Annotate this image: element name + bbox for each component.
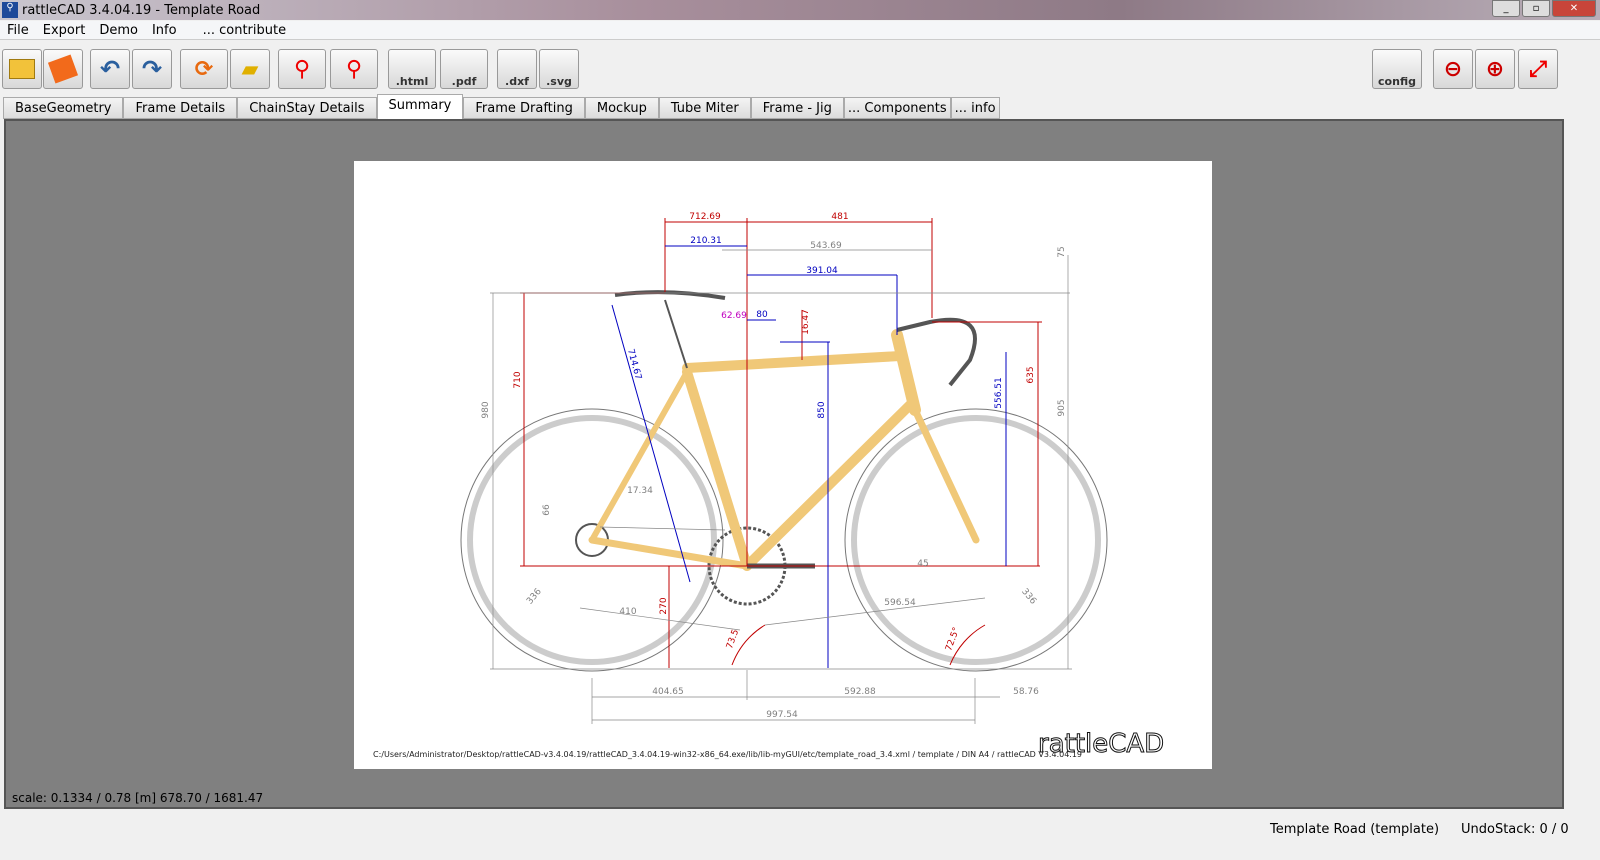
dim-62-69: 62.69 <box>721 311 747 321</box>
dim-336-front: 336 <box>1019 587 1038 607</box>
dim-543-69: 543.69 <box>810 241 842 251</box>
dim-75: 75 <box>1057 246 1067 257</box>
dim-635: 635 <box>1026 366 1036 383</box>
tab-chainstay-details[interactable]: ChainStay Details <box>237 97 377 119</box>
dim-712-69: 712.69 <box>689 212 721 222</box>
dxf-icon: .dxf <box>505 75 529 88</box>
tab-tube-miter[interactable]: Tube Miter <box>658 97 751 119</box>
dim-73-5: 73.5 <box>725 628 741 650</box>
export-pdf-button[interactable]: .pdf <box>440 49 488 89</box>
bike-view-alt-button[interactable]: ⚲ <box>330 49 378 89</box>
rattlecad-logo: rattleCAD <box>1038 729 1164 759</box>
dim-592-88: 592.88 <box>844 687 876 697</box>
dim-850: 850 <box>817 401 827 418</box>
maximize-button[interactable]: ▫ <box>1522 0 1550 17</box>
save-button[interactable] <box>43 49 83 89</box>
undo-stack-status: UndoStack: 0 / 0 <box>1461 822 1569 837</box>
app-icon: ⚲ <box>2 2 18 18</box>
menu-info[interactable]: Info <box>152 21 177 39</box>
dim-556-51: 556.51 <box>994 377 1004 409</box>
drawing-sheet: 712.69 481 710 635 270 16.47 73.5 72.5° … <box>354 161 1212 769</box>
tab-info[interactable]: ... info <box>950 97 1000 119</box>
zoom-in-button[interactable]: ⊕ <box>1475 49 1515 89</box>
dim-410: 410 <box>619 607 636 617</box>
dim-58-76: 58.76 <box>1013 687 1039 697</box>
fit-icon: ⤢ <box>1529 56 1547 82</box>
bike-alt-icon: ⚲ <box>345 56 363 82</box>
tab-frame-drafting[interactable]: Frame Drafting <box>463 97 585 119</box>
config-label: config <box>1378 75 1416 88</box>
drawing-footer: C:/Users/Administrator/Desktop/rattleCAD… <box>373 750 1082 759</box>
dim-270: 270 <box>659 597 669 614</box>
toolbar: ↶ ↷ ⟳ ▰ ⚲ ⚲ .html .pdf .dxf .svg config … <box>0 47 1600 91</box>
dim-80: 80 <box>756 310 768 320</box>
config-button[interactable]: config <box>1372 49 1422 89</box>
bike-icon: ⚲ <box>293 56 311 82</box>
tab-frame-details[interactable]: Frame Details <box>123 97 238 119</box>
dim-404-65: 404.65 <box>652 687 684 697</box>
window-title: rattleCAD 3.4.04.19 - Template Road <box>22 2 261 18</box>
bike-view-button[interactable]: ⚲ <box>278 49 326 89</box>
frame <box>588 329 980 571</box>
tab-components[interactable]: ... Components <box>843 97 951 119</box>
floppy-icon <box>47 54 79 84</box>
dim-66: 66 <box>542 504 552 516</box>
minimize-button[interactable]: _ <box>1492 0 1520 17</box>
menu-bar: File Export Demo Info ... contribute <box>0 21 1600 40</box>
dim-980: 980 <box>481 401 491 418</box>
dim-17-34: 17.34 <box>627 486 653 496</box>
update-button[interactable]: ⟳ <box>180 49 228 89</box>
pdf-icon: .pdf <box>451 75 477 88</box>
template-status: Template Road (template) <box>1270 822 1440 837</box>
menu-file[interactable]: File <box>7 21 29 39</box>
tab-mockup[interactable]: Mockup <box>584 97 659 119</box>
export-dxf-button[interactable]: .dxf <box>497 49 537 89</box>
undo-button[interactable]: ↶ <box>90 49 130 89</box>
tab-basegeometry[interactable]: BaseGeometry <box>3 97 124 119</box>
scale-readout: scale: 0.1334 / 0.78 [m] 678.70 / 1681.4… <box>12 791 264 805</box>
bike-refresh-icon: ⟳ <box>194 56 214 82</box>
svg-icon: .svg <box>546 75 572 88</box>
dim-481: 481 <box>831 212 848 222</box>
undo-icon: ↶ <box>99 55 121 83</box>
tab-frame-jig[interactable]: Frame - Jig <box>750 97 844 119</box>
dim-45: 45 <box>917 559 928 569</box>
open-button[interactable] <box>2 49 42 89</box>
html-icon: .html <box>395 75 429 88</box>
dim-16-47: 16.47 <box>801 309 811 335</box>
menu-demo[interactable]: Demo <box>99 21 138 39</box>
zoom-out-button[interactable]: ⊖ <box>1433 49 1473 89</box>
dim-391-04: 391.04 <box>806 266 838 276</box>
bike-drawing: 712.69 481 710 635 270 16.47 73.5 72.5° … <box>373 212 1165 760</box>
seatpost <box>664 299 688 369</box>
title-bar: ⚲ rattleCAD 3.4.04.19 - Template Road _ ▫… <box>0 0 1600 20</box>
redo-button[interactable]: ↷ <box>132 49 172 89</box>
menu-contribute[interactable]: ... contribute <box>203 21 287 39</box>
export-html-button[interactable]: .html <box>388 49 436 89</box>
zoom-in-icon: ⊕ <box>1485 56 1505 82</box>
dim-710: 710 <box>513 371 523 388</box>
menu-export[interactable]: Export <box>43 21 86 39</box>
drawing-canvas[interactable]: 712.69 481 710 635 270 16.47 73.5 72.5° … <box>4 119 1564 809</box>
tab-summary[interactable]: Summary <box>376 94 464 119</box>
dim-336-rear: 336 <box>525 587 544 607</box>
close-button[interactable]: ✕ <box>1552 0 1596 17</box>
eraser-icon: ▰ <box>241 56 259 82</box>
tab-bar: BaseGeometry Frame Details ChainStay Det… <box>3 94 1000 119</box>
redo-icon: ↷ <box>141 55 163 83</box>
dim-596-54: 596.54 <box>884 598 916 608</box>
dim-714-67: 714.67 <box>625 348 643 381</box>
dim-905: 905 <box>1057 399 1067 416</box>
status-bar: Template Road (template) UndoStack: 0 / … <box>0 818 1600 842</box>
folder-icon <box>9 59 35 79</box>
fit-button[interactable]: ⤢ <box>1518 49 1558 89</box>
dim-997-54: 997.54 <box>766 710 798 720</box>
zoom-out-icon: ⊖ <box>1443 56 1463 82</box>
clear-button[interactable]: ▰ <box>230 49 270 89</box>
dim-210-31: 210.31 <box>690 236 722 246</box>
export-svg-button[interactable]: .svg <box>539 49 579 89</box>
